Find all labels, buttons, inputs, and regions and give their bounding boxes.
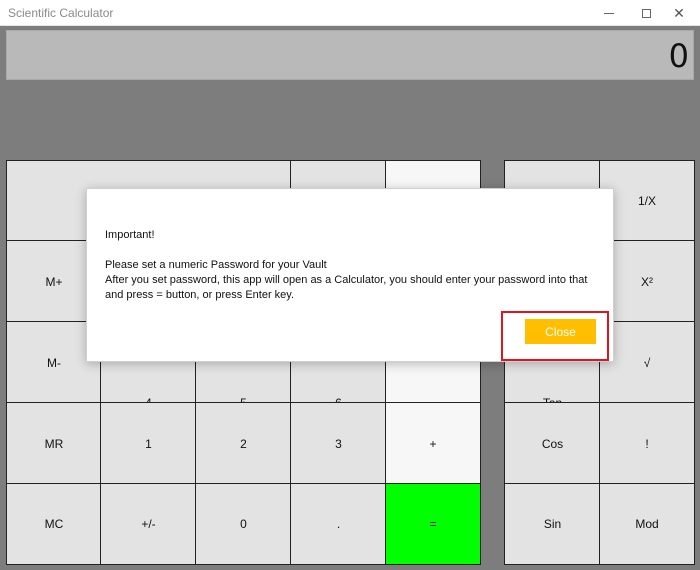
- key-equals[interactable]: =: [385, 483, 481, 565]
- key-plus[interactable]: +: [385, 402, 481, 485]
- key-mr[interactable]: MR: [6, 402, 102, 485]
- key-mod[interactable]: Mod: [599, 483, 695, 565]
- dialog-heading: Important!: [105, 229, 155, 241]
- close-icon: ✕: [673, 5, 685, 21]
- window-close-button[interactable]: ✕: [656, 0, 700, 26]
- key-cos[interactable]: Cos: [504, 402, 601, 485]
- key-mc[interactable]: MC: [6, 483, 102, 565]
- minimize-icon: [604, 12, 614, 14]
- maximize-icon: [641, 8, 651, 18]
- display-value: 0: [668, 37, 689, 75]
- dialog-line-1: Please set a numeric Password for your V…: [105, 259, 327, 271]
- dialog-close-button[interactable]: Close: [525, 319, 596, 344]
- key-two[interactable]: 2: [195, 402, 292, 485]
- key-dot[interactable]: .: [290, 483, 387, 565]
- title-bar: Scientific Calculator ✕: [0, 0, 700, 26]
- dialog-line-2: After you set password, this app will op…: [105, 274, 588, 286]
- key-zero[interactable]: 0: [195, 483, 292, 565]
- key-one[interactable]: 1: [100, 402, 197, 485]
- dialog-line-3: and press = button, or press Enter key.: [105, 289, 295, 301]
- key-sin[interactable]: Sin: [504, 483, 601, 565]
- key-plus-minus[interactable]: +/-: [100, 483, 197, 565]
- key-factorial[interactable]: !: [599, 402, 695, 485]
- key-three[interactable]: 3: [290, 402, 387, 485]
- calculator-display: 0: [6, 30, 694, 80]
- window-title: Scientific Calculator: [8, 6, 114, 20]
